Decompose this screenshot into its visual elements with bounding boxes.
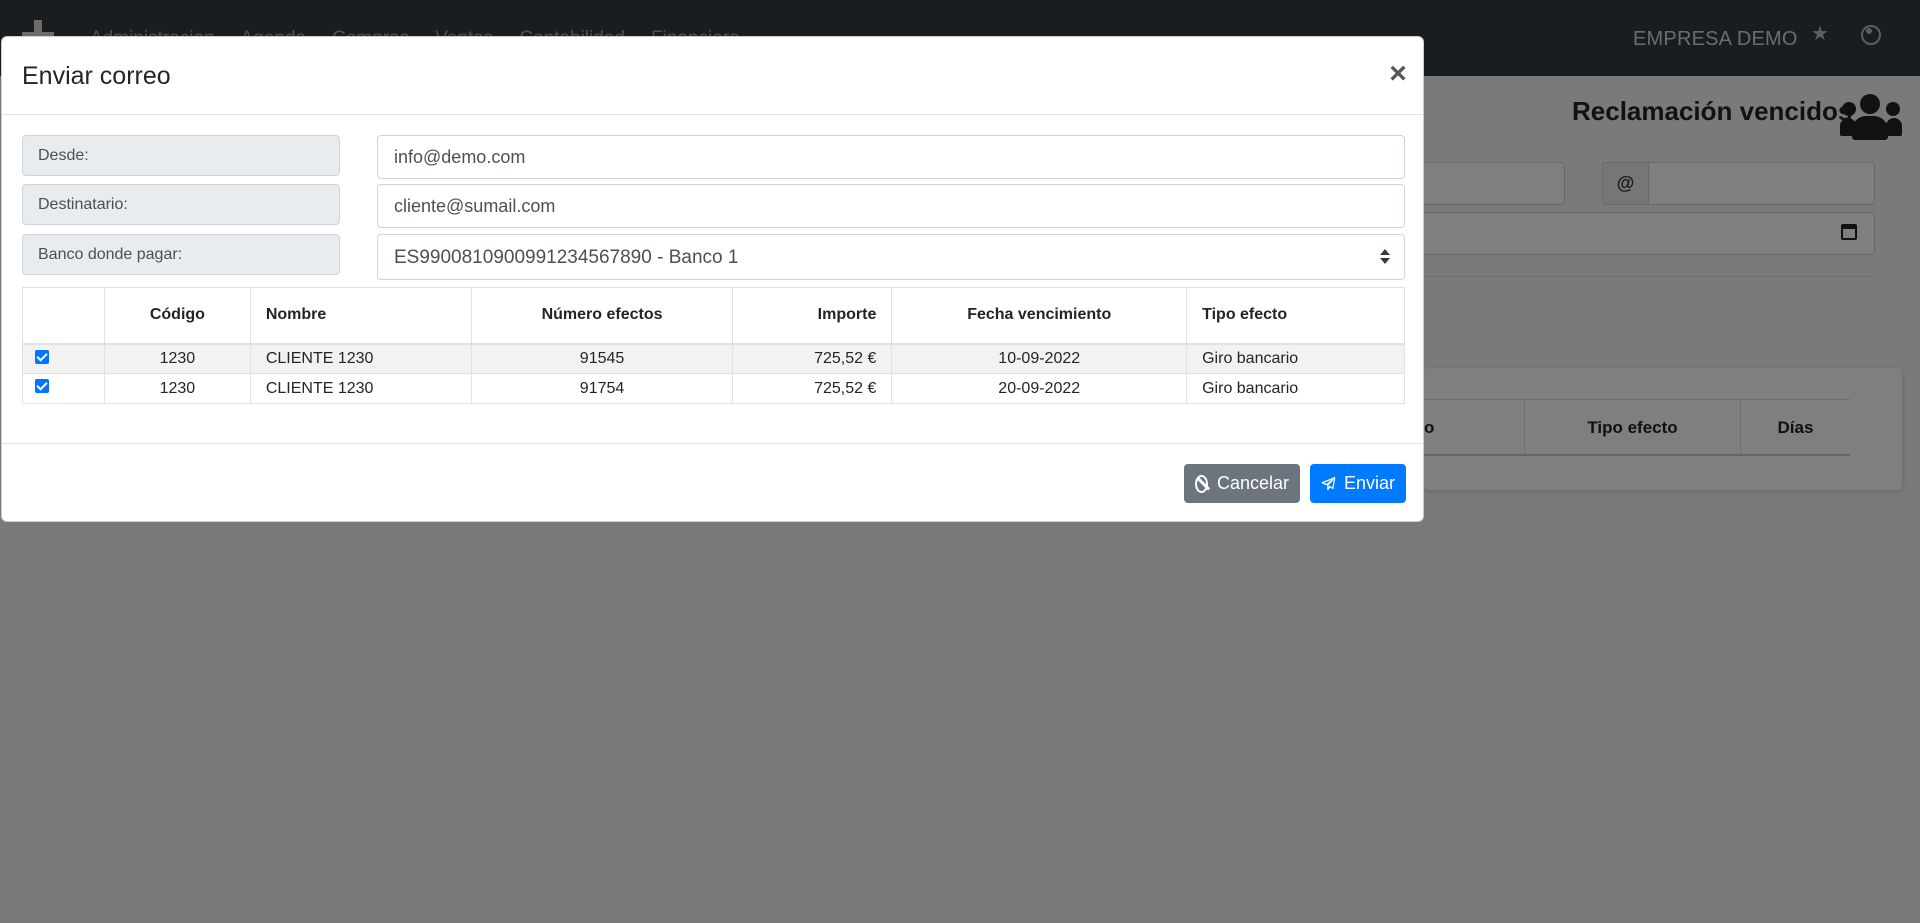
send-button-label: Enviar [1343,473,1395,493]
modal-title: Enviar correo [22,62,171,90]
modal-header: Enviar correo × [2,37,1423,115]
cell-codigo: 1230 [103,343,251,374]
column-header-fecha[interactable]: Fecha vencimiento [891,287,1188,345]
cell-numero: 91545 [470,343,734,374]
row-select-cell [22,343,105,374]
cancel-button-label: Cancelar [1216,473,1289,493]
bank-label: Banco donde pagar: [22,234,340,275]
cell-nombre: CLIENTE 1230 [249,373,472,404]
cell-nombre: CLIENTE 1230 [249,343,472,374]
select-arrows-icon [1380,249,1390,265]
column-header-numero[interactable]: Número efectos [470,287,734,345]
cell-fecha: 20-09-2022 [891,373,1188,404]
send-email-modal: Enviar correo × Desde: info@demo.com Des… [1,36,1424,522]
cell-tipo: Giro bancario [1186,373,1405,404]
cancel-button[interactable]: Cancelar [1184,464,1300,503]
column-header-tipo[interactable]: Tipo efecto [1186,287,1405,345]
invoices-table: Código Nombre Número efectos Importe Fec… [22,287,1405,404]
bank-select[interactable]: ES9900810900991234567890 - Banco 1 [377,234,1405,280]
table-row[interactable]: 1230 CLIENTE 1230 91545 725,52 € 10-09-2… [22,343,1405,374]
row-checkbox[interactable] [35,349,49,364]
cell-importe: 725,52 € [732,343,893,374]
row-checkbox[interactable] [35,379,49,394]
modal-footer: Cancelar Enviar [2,443,1423,521]
paper-plane-icon [1321,476,1336,490]
table-row[interactable]: 1230 CLIENTE 1230 91754 725,52 € 20-09-2… [22,373,1405,404]
recipient-label: Destinatario: [22,184,340,225]
cell-codigo: 1230 [103,373,251,404]
cell-numero: 91754 [470,373,734,404]
column-header-importe[interactable]: Importe [732,287,893,345]
column-header-codigo[interactable]: Código [103,287,251,345]
from-field[interactable]: info@demo.com [377,135,1405,179]
send-button[interactable]: Enviar [1310,464,1406,503]
cell-fecha: 10-09-2022 [891,343,1188,374]
close-icon[interactable]: × [1383,57,1413,91]
table-header-row: Código Nombre Número efectos Importe Fec… [22,287,1405,345]
column-header-nombre[interactable]: Nombre [249,287,472,345]
ban-icon [1195,474,1208,493]
row-select-cell [22,373,105,404]
cell-tipo: Giro bancario [1186,343,1405,374]
recipient-field[interactable]: cliente@sumail.com [377,184,1405,228]
from-label: Desde: [22,135,340,176]
cell-importe: 725,52 € [732,373,893,404]
bank-select-value: ES9900810900991234567890 - Banco 1 [394,247,739,268]
select-column-header [22,287,105,345]
